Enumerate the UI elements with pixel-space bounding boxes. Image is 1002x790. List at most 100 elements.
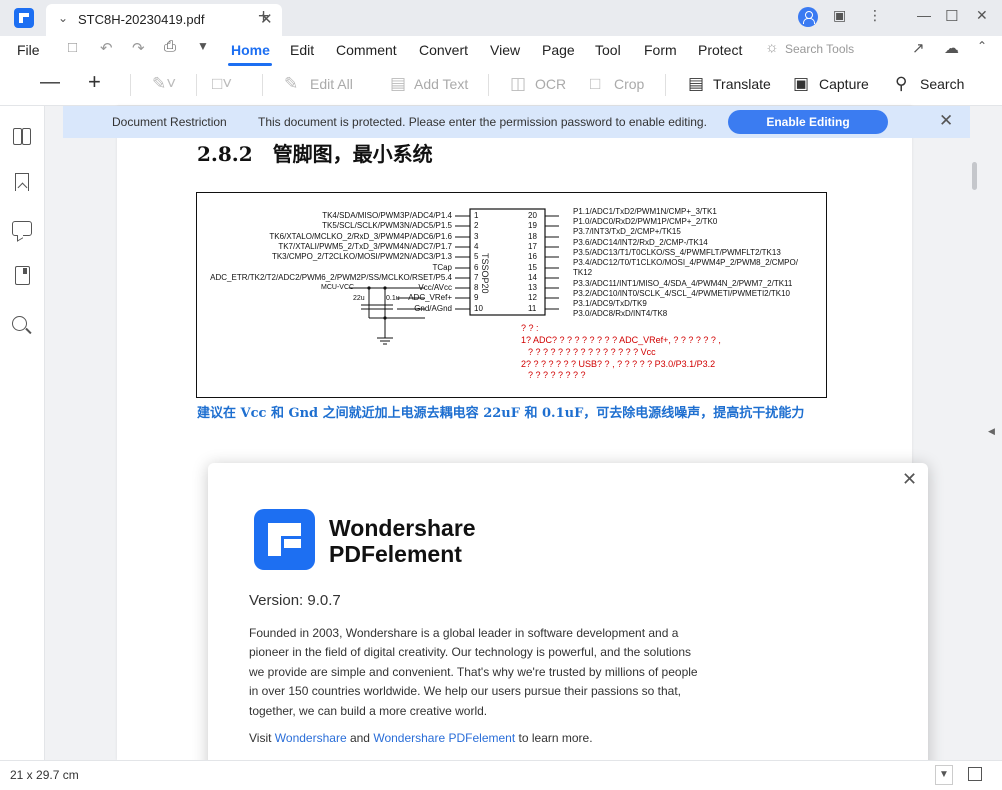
comment-icon[interactable] xyxy=(12,221,32,236)
tab-title: STC8H-20230419.pdf xyxy=(78,12,205,27)
capture-button[interactable]: Capture xyxy=(819,76,869,92)
status-bar: 21 x 29.7 cm ▼ xyxy=(0,760,1002,790)
pin-number: 15 xyxy=(528,263,537,272)
tab-form[interactable]: Form xyxy=(644,42,677,58)
pin-label-right: P3.7/INT3/TxD_2/CMP+/TK15 xyxy=(573,227,681,236)
pin-number: 14 xyxy=(528,273,537,282)
banner-close-icon[interactable]: ✕ xyxy=(939,111,953,131)
notification-icon[interactable]: ▣ xyxy=(833,7,846,24)
pin-label-left: TK5/SCL/SCLK/PWM3N/ADC5/P1.5 xyxy=(322,221,452,230)
pin-label-right: P3.6/ADC14/INT2/RxD_2/CMP-/TK14 xyxy=(573,238,708,247)
highlight-icon[interactable]: ✎˅ xyxy=(152,74,176,94)
tab-convert[interactable]: Convert xyxy=(419,42,468,58)
tab-tool[interactable]: Tool xyxy=(595,42,621,58)
print-icon[interactable]: ⎙ xyxy=(164,38,176,55)
zoom-in-icon[interactable]: + xyxy=(88,69,101,95)
edit-all-button[interactable]: Edit All xyxy=(310,76,353,92)
document-caption: 建议在 Vcc 和 Gnd 之间就近加上电源去耦电容 22uF 和 0.1uF，… xyxy=(197,406,805,421)
redo-icon[interactable]: ↷ xyxy=(132,39,145,57)
pin-number: 10 xyxy=(474,304,483,313)
pin-label-right: P3.4/ADC12/T0/T1CLKO/MOSI_4/PWM4P_2/PWM8… xyxy=(573,258,798,267)
note-line: ? ? ? ? ? ? ? ? ? ? ? ? ? ? ? Vcc xyxy=(528,347,656,357)
more-options-icon[interactable]: ⋮ xyxy=(868,7,882,24)
brand-name: Wondershare xyxy=(329,515,476,541)
pin-number: 2 xyxy=(474,221,479,230)
pin-label-right: P3.3/ADC11/INT1/MISO_4/SDA_4/PWM4N_2/PWM… xyxy=(573,279,793,288)
user-avatar-icon[interactable] xyxy=(798,7,818,27)
pin-label-left: Vcc/AVcc xyxy=(418,283,452,292)
pin-number: 7 xyxy=(474,273,479,282)
version-text: Version: 9.0.7 xyxy=(249,592,341,609)
ocr-button[interactable]: OCR xyxy=(535,76,566,92)
pin-number: 11 xyxy=(528,304,537,313)
new-tab-plus-icon[interactable]: + xyxy=(258,6,269,28)
pin-number: 6 xyxy=(474,263,479,272)
crop-button[interactable]: Crop xyxy=(614,76,644,92)
ocr-icon[interactable]: ◫ xyxy=(510,74,526,94)
crop-icon[interactable]: □ xyxy=(590,74,600,94)
pin-number: 17 xyxy=(528,242,537,251)
tab-view[interactable]: View xyxy=(490,42,520,58)
fit-page-icon[interactable] xyxy=(968,767,982,781)
banner-message: This document is protected. Please enter… xyxy=(258,115,707,129)
pin-number: 19 xyxy=(528,221,537,230)
pin-label-left: TK3/CMPO_2/T2CLKO/MOSI/PWM2N/ADC3/P1.3 xyxy=(271,252,452,261)
add-text-button[interactable]: Add Text xyxy=(414,76,468,92)
tab-comment[interactable]: Comment xyxy=(336,42,397,58)
thumbnails-panel-icon[interactable] xyxy=(12,126,32,146)
sidebar-search-icon[interactable] xyxy=(12,316,27,331)
menu-bar: File □ ↶ ↷ ⎙ ▼ Home Edit Comment Convert… xyxy=(0,36,1002,66)
pdfelement-link[interactable]: Wondershare PDFelement xyxy=(373,731,515,745)
search-icon[interactable]: ⚲ xyxy=(895,74,907,94)
pin-number: 18 xyxy=(528,232,537,241)
bookmark-icon[interactable] xyxy=(15,173,29,191)
save-icon[interactable]: □ xyxy=(68,39,77,56)
tab-edit[interactable]: Edit xyxy=(290,42,314,58)
lightbulb-icon: ☼ xyxy=(765,39,779,56)
pin-label-right: P1.1/ADC1/TxD2/PWM1N/CMP+_3/TK1 xyxy=(573,207,717,216)
search-tools-input[interactable]: Search Tools xyxy=(785,42,854,56)
quick-access-dropdown-icon[interactable]: ▼ xyxy=(197,39,209,53)
section-heading: 2.8.2 管脚图，最小系统 xyxy=(197,142,433,166)
pin-label-right: P1.0/ADC0/RxD2/PWM1P/CMP+_2/TK0 xyxy=(573,217,718,226)
mcu-vcc-label: MCU-VCC xyxy=(321,284,355,291)
tab-page[interactable]: Page xyxy=(542,42,575,58)
capture-icon[interactable]: ▣ xyxy=(793,74,809,94)
pin-number: 9 xyxy=(474,293,479,302)
minimize-icon[interactable]: — xyxy=(917,7,931,23)
expand-right-panel-arrow-icon[interactable]: ◀ xyxy=(988,426,995,437)
tab-home[interactable]: Home xyxy=(231,42,270,58)
enable-editing-button[interactable]: Enable Editing xyxy=(728,110,888,134)
window-close-icon[interactable]: ✕ xyxy=(976,7,988,24)
pin-number: 3 xyxy=(474,232,479,241)
vertical-scrollbar[interactable] xyxy=(972,162,977,190)
pin-label-left: TCap xyxy=(432,263,452,272)
translate-button[interactable]: Translate xyxy=(713,76,771,92)
wondershare-link[interactable]: Wondershare xyxy=(275,731,347,745)
cloud-upload-icon[interactable]: ☁ xyxy=(944,39,959,57)
edit-all-icon[interactable]: ✎ xyxy=(284,74,298,94)
shape-icon[interactable]: □˅ xyxy=(212,74,232,94)
zoom-dropdown-icon[interactable]: ▼ xyxy=(935,765,953,785)
chevron-down-icon[interactable]: ⌄ xyxy=(58,11,68,25)
zoom-out-icon[interactable]: — xyxy=(40,71,60,94)
add-text-icon[interactable]: ▤ xyxy=(390,74,406,94)
about-dialog: ✕ Wondershare PDFelement Version: 9.0.7 … xyxy=(208,463,928,790)
pin-diagram: TK4/SDA/MISO/PWM3P/ADC4/P1.4 TK5/SCL/SCL… xyxy=(196,192,827,398)
search-button[interactable]: Search xyxy=(920,76,964,92)
share-icon[interactable]: ↗ xyxy=(912,39,925,57)
dialog-close-icon[interactable]: ✕ xyxy=(902,469,917,490)
menu-file[interactable]: File xyxy=(17,42,40,58)
tab-protect[interactable]: Protect xyxy=(698,42,742,58)
undo-icon[interactable]: ↶ xyxy=(100,39,113,57)
maximize-icon[interactable]: ☐ xyxy=(945,7,958,25)
document-tab[interactable]: ⌄ STC8H-20230419.pdf ✕ xyxy=(46,4,282,36)
attachment-icon[interactable] xyxy=(15,266,30,285)
restriction-banner: Document Restriction This document is pr… xyxy=(63,106,970,138)
collapse-ribbon-icon[interactable]: ⌃ xyxy=(977,39,987,53)
note-line: ? ? : xyxy=(521,323,539,333)
pin-number: 13 xyxy=(528,283,537,292)
visit-text: Visit Wondershare and Wondershare PDFele… xyxy=(249,731,593,745)
pin-number: 8 xyxy=(474,283,479,292)
translate-icon[interactable]: ▤ xyxy=(688,74,704,94)
